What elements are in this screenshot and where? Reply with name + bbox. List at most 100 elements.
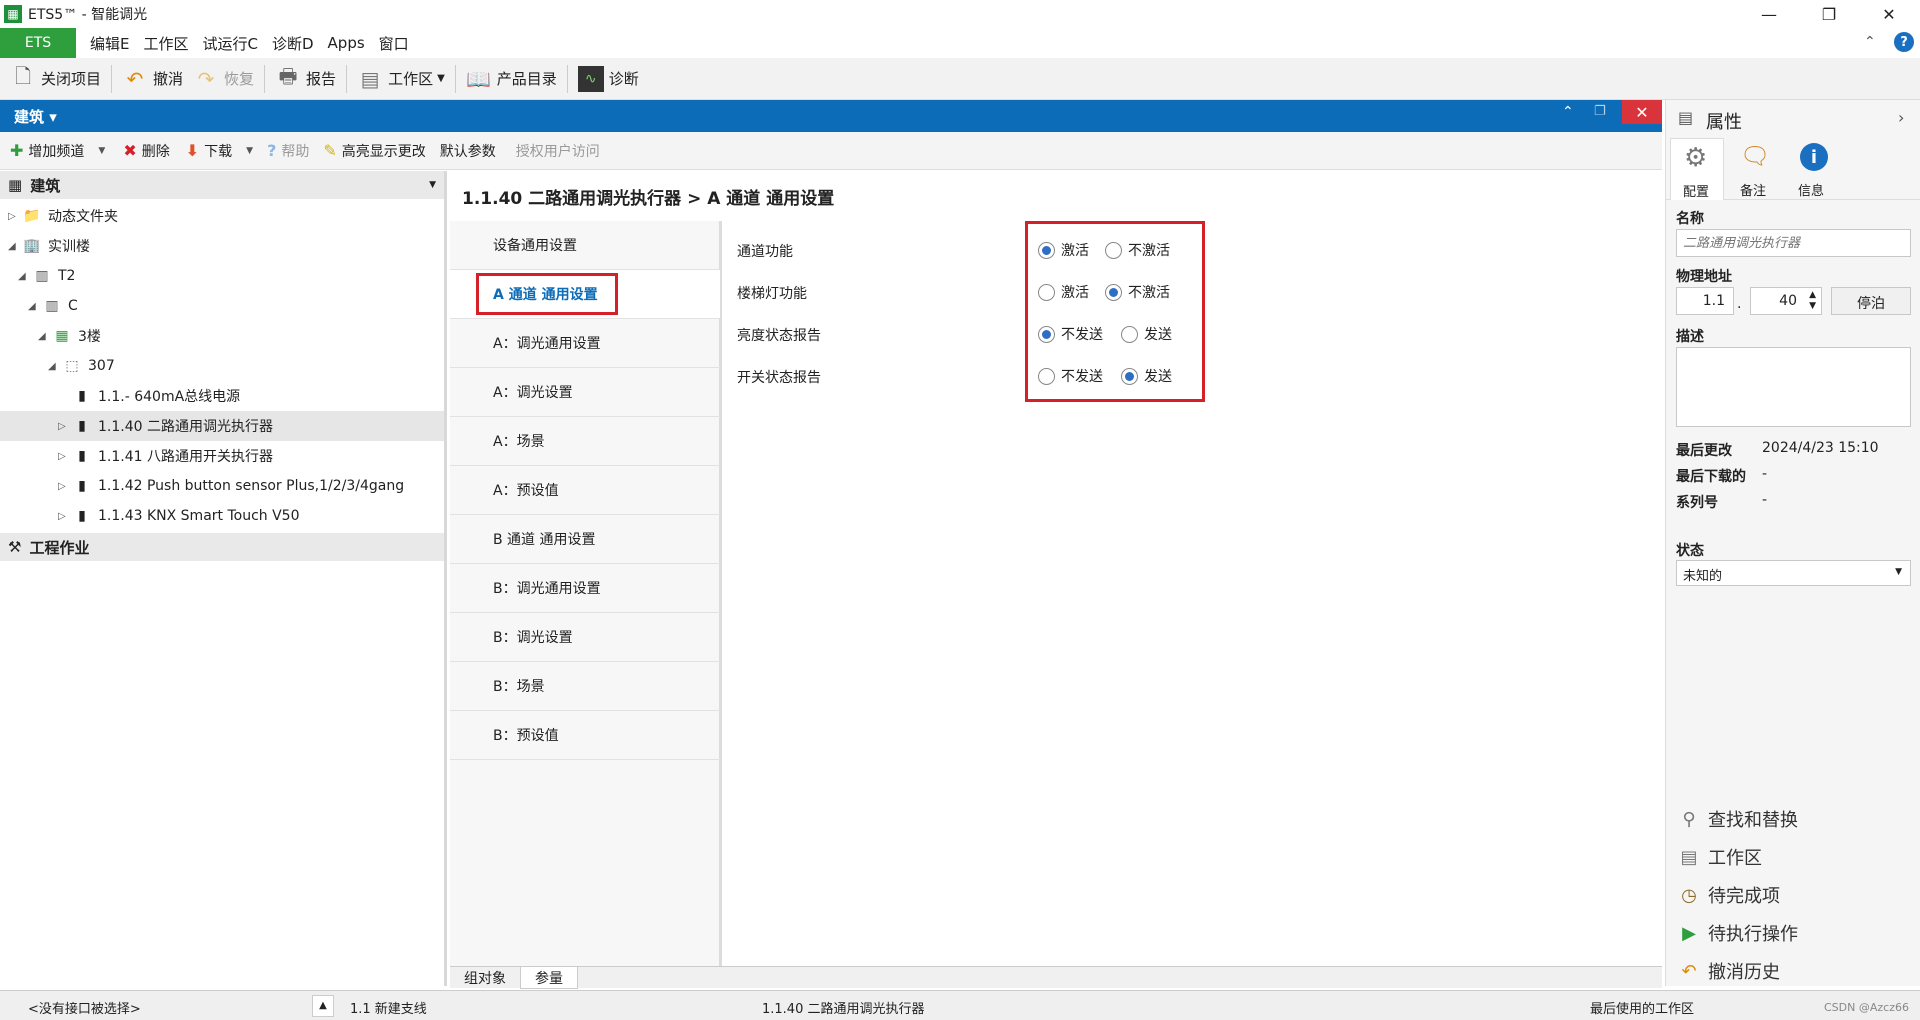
menu-apps[interactable]: Apps [328, 34, 365, 52]
delete-button[interactable]: ✖ 删除 [123, 141, 169, 161]
diagnostics-button[interactable]: ∿ 诊断 [577, 58, 639, 100]
menu-diagnostics[interactable]: 诊断D [272, 33, 314, 54]
nav-item[interactable]: B 通道 通用设置 [450, 515, 720, 564]
nav-item[interactable]: A：场景 [450, 417, 720, 466]
tab-notes[interactable]: 🗨 备注 [1728, 138, 1782, 200]
maximize-button[interactable]: ❐ [1800, 0, 1858, 28]
menu-edit[interactable]: 编辑E [90, 33, 129, 54]
address-device-stepper[interactable]: 40 ▲ ▼ [1750, 287, 1822, 315]
tree-item-dynamic-folder[interactable]: ▷ 📁 动态文件夹 [8, 201, 118, 231]
menu-commissioning[interactable]: 试运行C [203, 33, 258, 54]
nav-item[interactable]: A：调光设置 [450, 368, 720, 417]
interface-status[interactable]: <没有接口被选择> [28, 998, 141, 1017]
chevron-down-icon[interactable]: ▼ [98, 146, 105, 156]
workspace-link[interactable]: ▤ 工作区 [1678, 844, 1762, 870]
collapse-icon[interactable]: ◢ [18, 271, 32, 282]
nav-item[interactable]: B：预设值 [450, 711, 720, 760]
minimize-button[interactable]: — [1740, 0, 1798, 28]
expand-icon[interactable]: ▷ [8, 211, 22, 222]
chevron-up-icon[interactable]: ▲ [312, 995, 334, 1017]
device-status: 1.1.40 二路通用调光执行器 [762, 1002, 925, 1017]
close-window-button[interactable]: ✕ [1860, 0, 1918, 28]
nav-item[interactable]: A：调光通用设置 [450, 319, 720, 368]
expand-icon[interactable]: ▷ [58, 511, 72, 522]
project-work-section[interactable]: ⚒ 工程作业 [0, 533, 444, 561]
workspace-dropdown[interactable]: ▤ 工作区 ▼ [357, 58, 445, 100]
collapse-icon[interactable]: ◢ [28, 301, 42, 312]
tree-item-device[interactable]: ▷ ▮ 1.1.43 KNX Smart Touch V50 [58, 501, 300, 531]
todo-link[interactable]: ◷ 待完成项 [1678, 882, 1780, 908]
building-tree-panel: ▦ 建筑 ▼ ▷ 📁 动态文件夹 ◢ 🏢 实训楼 ◢ ▥ T2 ◢ ▥ C ◢ … [0, 171, 447, 986]
collapse-ribbon-icon[interactable]: ⌃ [1864, 34, 1876, 50]
report-button[interactable]: 🖶 报告 [275, 58, 336, 100]
undo-button[interactable]: ↶ 撤消 [122, 58, 183, 100]
param-label: 开关状态报告 [737, 370, 821, 386]
tree-item-room[interactable]: ◢ ⬚ 307 [48, 351, 115, 381]
param-label: 亮度状态报告 [737, 328, 821, 344]
window-title: ETS5™ - 智能调光 [28, 7, 148, 23]
default-params-button[interactable]: 默认参数 [440, 141, 496, 161]
tab-parameters[interactable]: 参量 [520, 967, 578, 989]
help-button[interactable]: ? 帮助 [267, 141, 309, 161]
restore-panel-icon[interactable]: ❐ [1594, 104, 1606, 119]
parameter-area: 通道功能 楼梯灯功能 亮度状态报告 开关状态报告 激活 不激活 激活 不激活 不… [725, 221, 1662, 966]
collapse-icon[interactable]: ◢ [48, 361, 62, 372]
tab-config[interactable]: ⚙ 配置 [1670, 138, 1724, 200]
menu-workspace[interactable]: 工作区 [143, 33, 188, 54]
address-area-field[interactable]: 1.1 [1676, 287, 1734, 315]
nav-item[interactable]: B：调光通用设置 [450, 564, 720, 613]
tree-item-floor[interactable]: ◢ ▦ 3楼 [38, 321, 101, 351]
chevron-right-icon[interactable]: › [1898, 108, 1904, 127]
tree-header[interactable]: ▦ 建筑 ▼ [0, 171, 444, 199]
close-project-button[interactable]: 🗋 关闭项目 [10, 58, 101, 100]
download-icon: ⬇ [185, 141, 200, 160]
panel-title-dropdown[interactable]: 建筑 ▾ [14, 106, 57, 127]
help-icon[interactable]: ? [1894, 32, 1914, 52]
close-panel-button[interactable]: ✕ [1622, 100, 1662, 124]
tab-info[interactable]: i 信息 [1786, 138, 1840, 200]
undo-history-link[interactable]: ↶ 撤消历史 [1678, 958, 1780, 984]
expand-icon[interactable]: ▷ [58, 421, 72, 432]
nav-item[interactable]: 设备通用设置 [450, 221, 720, 270]
tree-item-building[interactable]: ◢ 🏢 实训楼 [8, 231, 90, 261]
clock-icon: ◷ [1681, 884, 1697, 906]
collapse-panel-icon[interactable]: ⌃ [1562, 104, 1574, 120]
find-replace-link[interactable]: ⚲ 查找和替换 [1678, 806, 1798, 832]
tree-item-device[interactable]: ▷ ▮ 1.1.41 八路通用开关执行器 [58, 441, 273, 471]
stepper-arrows-icon[interactable]: ▲ ▼ [1809, 290, 1816, 312]
last-download-value: - [1762, 466, 1768, 482]
name-input[interactable] [1676, 229, 1911, 257]
nav-item[interactable]: B：场景 [450, 662, 720, 711]
pending-operations-link[interactable]: ▶ 待执行操作 [1678, 920, 1798, 946]
nav-item[interactable]: A：预设值 [450, 466, 720, 515]
catalog-button[interactable]: 📖 产品目录 [466, 58, 556, 100]
nav-item[interactable]: B：调光设置 [450, 613, 720, 662]
chevron-down-icon[interactable]: ▼ [429, 180, 436, 190]
play-icon: ▶ [1682, 922, 1696, 944]
highlight-changes-button[interactable]: ✎ 高亮显示更改 [323, 141, 425, 161]
add-channel-button[interactable]: ✚ 增加频道 ▼ [10, 141, 105, 161]
tree-item-c[interactable]: ◢ ▥ C [28, 291, 78, 321]
expand-icon[interactable]: ▷ [58, 451, 72, 462]
redo-button[interactable]: ↷ 恢复 [193, 58, 254, 100]
collapse-icon[interactable]: ◢ [8, 241, 22, 252]
catalog-icon: 📖 [466, 66, 492, 91]
tab-group-objects[interactable]: 组对象 [450, 967, 520, 989]
tree-item-device[interactable]: ▮ 1.1.- 640mA总线电源 [58, 381, 240, 411]
line-status: 1.1 新建支线 [350, 1002, 427, 1017]
chevron-down-icon[interactable]: ▼ [246, 146, 253, 156]
authorize-access-button[interactable]: 授权用户访问 [516, 141, 600, 161]
tree-item-device[interactable]: ▷ ▮ 1.1.42 Push button sensor Plus,1/2/3… [58, 471, 404, 501]
ets-menu-button[interactable]: ETS [0, 28, 76, 58]
collapse-icon[interactable]: ◢ [38, 331, 52, 342]
menu-window[interactable]: 窗口 [379, 33, 409, 54]
status-select[interactable]: 未知的 ▼ [1676, 560, 1911, 586]
tree-item-t2[interactable]: ◢ ▥ T2 [18, 261, 75, 291]
expand-icon[interactable]: ▷ [58, 481, 72, 492]
park-button[interactable]: 停泊 [1831, 287, 1911, 315]
tree-item-device-selected[interactable]: ▷ ▮ 1.1.40 二路通用调光执行器 [0, 411, 444, 441]
highlight-box [476, 273, 618, 315]
download-button[interactable]: ⬇ 下载 ▼ [186, 141, 253, 161]
serial-value: - [1762, 492, 1768, 508]
description-textarea[interactable] [1676, 347, 1911, 427]
